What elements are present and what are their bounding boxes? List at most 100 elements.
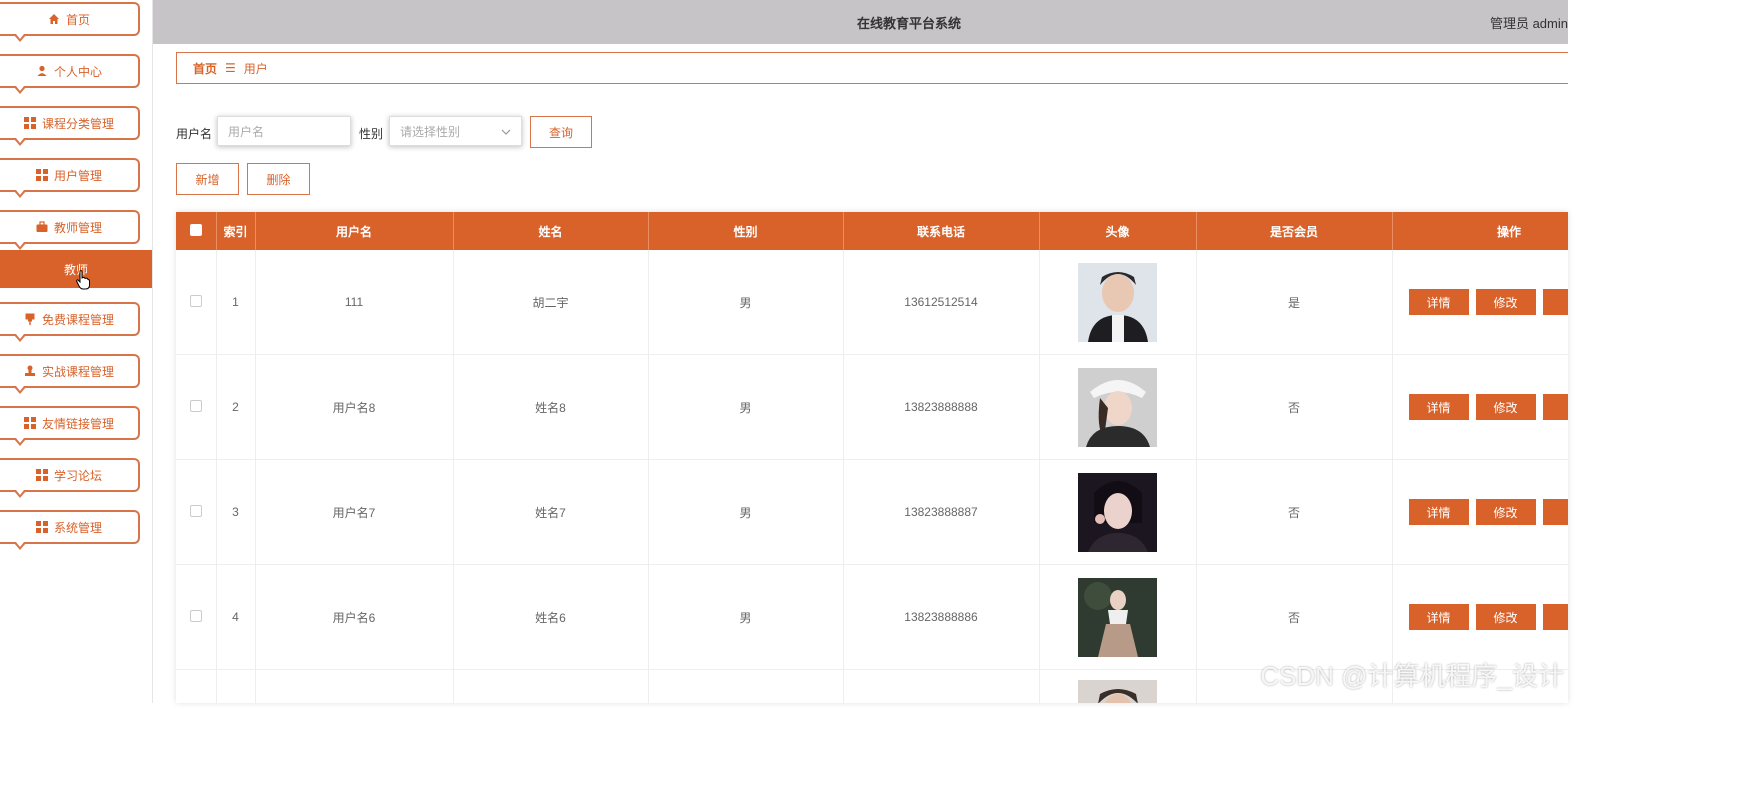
sidebar-item-label: 用户管理 [53, 168, 102, 183]
cell-username: 用户名8 [255, 354, 454, 460]
cell-index: 3 [216, 459, 256, 565]
username-search-input[interactable]: 用户名 [217, 116, 351, 146]
cell-name: 胡二宇 [453, 250, 649, 355]
column-header: 索引 [216, 212, 256, 250]
edit-button[interactable]: 修改 [1475, 289, 1536, 315]
table-row: 2 用户名8 姓名8 男 13823888888 否 详情 修改 [176, 354, 1568, 460]
cell-member: 否 [1196, 459, 1393, 565]
grid-icon [35, 521, 48, 533]
sidebar-item-system[interactable]: 系统管理 [0, 510, 140, 550]
breadcrumb: 首页 ☰ 用户 [176, 52, 1568, 84]
column-header: 姓名 [453, 212, 649, 250]
username-label: 用户名 [176, 127, 213, 141]
sidebar-item-label: 实战课程管理 [41, 364, 114, 379]
delete-row-button[interactable] [1542, 394, 1568, 420]
breadcrumb-separator-icon: ☰ [225, 61, 236, 75]
cell-phone: 13823888888 [843, 354, 1040, 460]
row-checkbox[interactable] [189, 504, 202, 517]
breadcrumb-home[interactable]: 首页 [193, 60, 217, 77]
delete-row-button[interactable] [1542, 289, 1568, 315]
delete-button[interactable]: 删除 [247, 163, 310, 195]
cell-operations: 详情 修改 [1392, 459, 1568, 565]
cell-index: 2 [216, 354, 256, 460]
sidebar-item-label: 首页 [65, 12, 90, 27]
avatar [1078, 680, 1157, 703]
detail-button[interactable]: 详情 [1408, 499, 1469, 525]
row-checkbox[interactable] [189, 609, 202, 622]
chevron-down-icon [501, 126, 511, 140]
table-row: 4 用户名6 姓名6 男 13823888886 否 详情 修改 [176, 564, 1568, 670]
cell-member: 否 [1196, 564, 1393, 670]
delete-row-button[interactable] [1542, 604, 1568, 630]
cell-operations: 详情 修改 [1392, 354, 1568, 460]
cell-member: 是 [1196, 250, 1393, 355]
grid-icon [35, 469, 48, 481]
sidebar-item-home[interactable]: 首页 [0, 2, 140, 42]
grid-icon [23, 117, 36, 129]
detail-button[interactable]: 详情 [1408, 604, 1469, 630]
add-button[interactable]: 新增 [176, 163, 239, 195]
grid-icon [35, 169, 48, 181]
select-all-checkbox[interactable] [189, 223, 202, 236]
sidebar-item-label: 友情链接管理 [41, 416, 114, 431]
sidebar-item-forum[interactable]: 学习论坛 [0, 458, 140, 498]
cell-operations: 详情 修改 [1392, 564, 1568, 670]
sidebar-item-user-management[interactable]: 用户管理 [0, 158, 140, 198]
person-icon [36, 65, 48, 77]
sidebar-item-course-category[interactable]: 课程分类管理 [0, 106, 140, 146]
column-header: 头像 [1039, 212, 1197, 250]
cell-username: 111 [255, 250, 454, 355]
edit-button[interactable]: 修改 [1475, 499, 1536, 525]
top-bar: 在线教育平台系统 管理员 admin [153, 0, 1568, 44]
pin-icon [24, 313, 36, 325]
home-icon [48, 13, 60, 25]
sidebar-item-label: 系统管理 [53, 520, 102, 535]
avatar [1078, 472, 1157, 552]
table-header-row: 索引 用户名 姓名 性别 联系电话 头像 是否会员 操作 [176, 212, 1568, 250]
column-header: 性别 [648, 212, 844, 250]
cell-gender: 男 [648, 354, 844, 460]
delete-row-button[interactable] [1542, 499, 1568, 525]
row-checkbox[interactable] [189, 399, 202, 412]
cell-phone: 13823888886 [843, 564, 1040, 670]
edit-button[interactable]: 修改 [1475, 604, 1536, 630]
cell-name: 姓名7 [453, 459, 649, 565]
edit-button[interactable]: 修改 [1475, 394, 1536, 420]
sidebar-item-friend-links[interactable]: 友情链接管理 [0, 406, 140, 446]
sidebar-item-free-course[interactable]: 免费课程管理 [0, 302, 140, 342]
sidebar-item-practical-course[interactable]: 实战课程管理 [0, 354, 140, 394]
column-header: 联系电话 [843, 212, 1040, 250]
cell-operations: 详情 修改 [1392, 250, 1568, 355]
cell-gender: 男 [648, 459, 844, 565]
sidebar: 首页 个人中心 课程分类管理 用户管理 教师管理 教师 免费课程管理 实战课程管… [0, 0, 153, 703]
table-row: 3 用户名7 姓名7 男 13823888887 否 详情 修改 [176, 459, 1568, 565]
cell-phone: 13823888887 [843, 459, 1040, 565]
username-placeholder: 用户名 [228, 124, 265, 139]
column-header: 操作 [1392, 212, 1568, 250]
query-button[interactable]: 查询 [530, 116, 592, 148]
cell-index: 1 [216, 250, 256, 355]
detail-button[interactable]: 详情 [1408, 289, 1469, 315]
gender-select[interactable]: 请选择性别 [389, 116, 522, 146]
cell-gender: 男 [648, 250, 844, 355]
gender-label: 性别 [359, 127, 384, 141]
cell-phone: 13612512514 [843, 250, 1040, 355]
avatar [1078, 367, 1157, 447]
briefcase-icon [36, 221, 48, 233]
avatar [1078, 577, 1157, 657]
grid-icon [23, 417, 36, 429]
breadcrumb-current: 用户 [243, 61, 268, 76]
cell-name: 姓名8 [453, 354, 649, 460]
cell-name: 姓名6 [453, 564, 649, 670]
detail-button[interactable]: 详情 [1408, 394, 1469, 420]
sidebar-item-label: 学习论坛 [53, 468, 102, 483]
admin-user-label[interactable]: 管理员 admin [1490, 13, 1568, 32]
table-row: 1 111 胡二宇 男 13612512514 是 详情 修改 [176, 250, 1568, 355]
sidebar-item-teacher-management[interactable]: 教师管理 [0, 210, 140, 250]
row-checkbox[interactable] [189, 294, 202, 307]
stamp-icon [24, 365, 36, 377]
gender-placeholder: 请选择性别 [400, 124, 461, 139]
sidebar-item-personal-center[interactable]: 个人中心 [0, 54, 140, 94]
avatar [1078, 262, 1157, 342]
select-all-checkbox-cell[interactable] [176, 212, 217, 250]
